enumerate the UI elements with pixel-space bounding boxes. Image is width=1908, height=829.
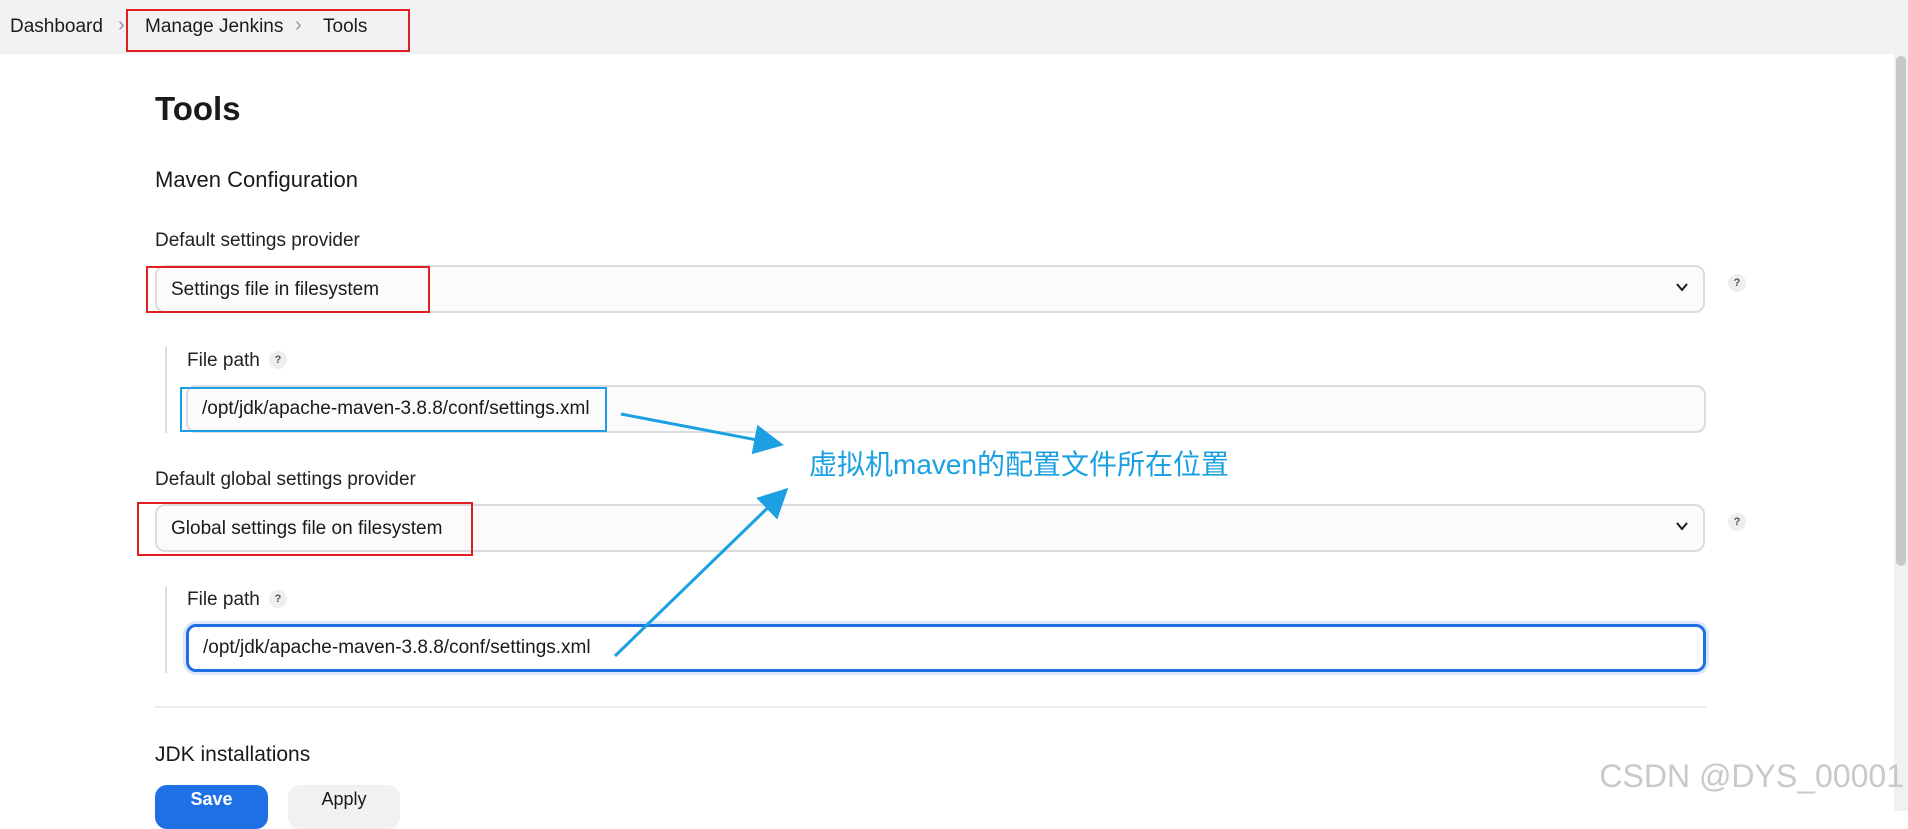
watermark: CSDN @DYS_00001 [1599,758,1904,794]
annotation-arrow [620,412,784,455]
annotation-text: 虚拟机maven的配置文件所在位置 [809,449,1230,480]
annotation-arrow [613,487,789,658]
annotation-arrows [613,412,789,658]
